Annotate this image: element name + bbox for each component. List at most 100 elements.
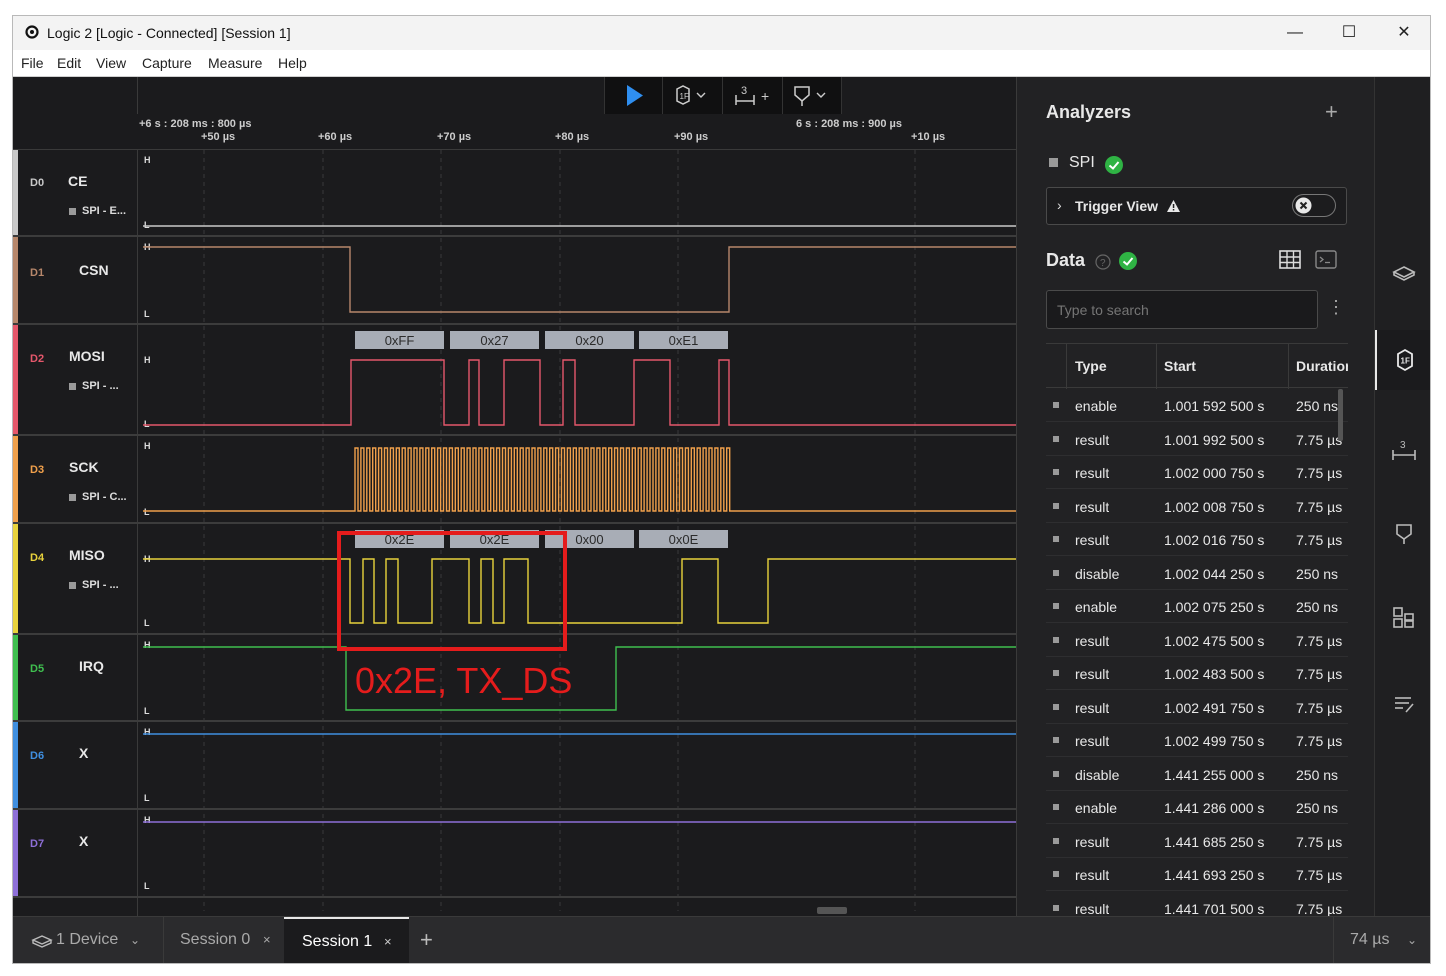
add-session-button[interactable]: + [420, 917, 433, 963]
zoom-level-selector[interactable]: 74 µs ⌄ [1333, 917, 1430, 963]
close-tab-icon[interactable]: × [263, 917, 271, 963]
session-tab-label: Session 0 [180, 931, 251, 948]
row-type-cell: result [1075, 632, 1110, 649]
row-color-swatch [1053, 469, 1059, 475]
analyzers-icon: 1F [1397, 348, 1413, 372]
row-color-swatch [1053, 603, 1059, 609]
table-row[interactable]: result 1.002 016 750 s 7.75 µs [1046, 523, 1348, 556]
table-row[interactable]: enable 1.441 286 000 s 250 ns [1046, 791, 1348, 824]
menu-help[interactable]: Help [278, 55, 307, 71]
table-row[interactable]: result 1.002 000 750 s 7.75 µs [1046, 456, 1348, 489]
row-color-swatch [1053, 904, 1059, 911]
row-color-swatch [1053, 703, 1059, 710]
menu-bar: File Edit View Capture Measure Help [13, 50, 1430, 77]
table-scrollbar-thumb[interactable] [1338, 389, 1343, 441]
menu-view[interactable]: View [96, 55, 126, 71]
close-tab-icon[interactable]: × [384, 919, 392, 963]
terminal-view-icon[interactable] [1315, 250, 1337, 270]
signal-traces [143, 225, 1016, 823]
row-start-cell: 1.441 255 000 s [1164, 766, 1265, 783]
row-duration-cell: 250 ns [1296, 800, 1339, 816]
row-duration-cell: 7.75 µs [1296, 465, 1343, 481]
add-analyzer-button[interactable]: + [1325, 99, 1338, 125]
table-row[interactable]: enable 1.001 592 500 s 250 ns [1046, 389, 1348, 422]
table-view-icon[interactable] [1279, 250, 1301, 270]
row-duration-cell: 7.75 µs [1296, 900, 1343, 917]
timing-markers-tab[interactable] [1375, 504, 1430, 564]
device-settings-tab[interactable] [1375, 244, 1430, 304]
trigger-view-row[interactable]: › Trigger View [1046, 187, 1347, 225]
horizontal-scrollbar-thumb[interactable] [817, 907, 847, 914]
data-search-input[interactable] [1046, 290, 1318, 329]
row-start-cell: 1.002 016 750 s [1164, 532, 1265, 548]
analyzers-tab[interactable]: 1F [1375, 330, 1430, 390]
table-row[interactable]: result 1.001 992 500 s 7.75 µs [1046, 423, 1348, 456]
help-icon[interactable]: ? [1095, 254, 1111, 270]
row-type-cell: disable [1075, 565, 1120, 582]
table-row[interactable]: result 1.002 008 750 s 7.75 µs [1046, 490, 1348, 523]
menu-measure[interactable]: Measure [208, 55, 262, 71]
column-header-type[interactable]: Type [1075, 358, 1107, 374]
row-color-swatch [1053, 770, 1059, 777]
menu-edit[interactable]: Edit [57, 55, 81, 71]
table-row[interactable]: result 1.002 483 500 s 7.75 µs [1046, 657, 1348, 690]
row-type-cell: result [1075, 431, 1110, 448]
row-type-cell: result [1075, 498, 1110, 515]
table-row[interactable]: disable 1.441 255 000 s 250 ns [1046, 758, 1348, 791]
trigger-view-toggle[interactable] [1292, 194, 1336, 217]
row-color-swatch [1053, 837, 1059, 844]
device-count-label: 1 Device [56, 931, 119, 948]
column-header-start[interactable]: Start [1164, 358, 1196, 374]
table-row[interactable]: result 1.441 701 500 s 7.75 µs [1046, 892, 1348, 917]
row-start-cell: 1.002 000 750 s [1164, 465, 1265, 481]
table-row[interactable]: enable 1.002 075 250 s 250 ns [1046, 590, 1348, 623]
row-duration-cell: 7.75 µs [1296, 699, 1343, 716]
measure-icon: 3 [1392, 440, 1416, 460]
extensions-tab[interactable] [1375, 588, 1430, 648]
mosi-byte-label: 0x20 [575, 333, 603, 348]
waveform-area[interactable]: 1F 3 + +6 s : 208 ms : 800 µs 6 s : 208 m… [13, 77, 1016, 916]
row-duration-cell: 250 ns [1296, 565, 1339, 582]
row-start-cell: 1.441 286 000 s [1164, 800, 1265, 816]
table-row[interactable]: result 1.441 693 250 s 7.75 µs [1046, 858, 1348, 891]
close-button[interactable]: ✕ [1384, 22, 1424, 44]
minimize-button[interactable]: — [1275, 22, 1315, 44]
tab-session-0[interactable]: Session 0 × [163, 917, 284, 963]
waveform-canvas[interactable]: 0xFF 0x27 0x20 0xE10x2E 0x2E 0x00 0x0E 0x2E, T… [13, 77, 1016, 916]
extensions-icon [1393, 607, 1414, 628]
column-divider [1288, 344, 1289, 389]
table-row[interactable]: result 1.002 499 750 s 7.75 µs [1046, 724, 1348, 757]
row-type-cell: result [1075, 733, 1110, 749]
trigger-icon [1396, 524, 1412, 544]
row-color-swatch [1053, 502, 1059, 509]
row-type-cell: disable [1075, 766, 1120, 783]
column-divider [1156, 344, 1157, 389]
notes-tab[interactable] [1375, 674, 1430, 734]
table-row[interactable]: disable 1.002 044 250 s 250 ns [1046, 557, 1348, 590]
column-header-duration[interactable]: Duration [1296, 358, 1348, 374]
mosi-byte-label: 0xE1 [669, 333, 699, 348]
device-icon [31, 935, 53, 948]
menu-file[interactable]: File [21, 55, 44, 71]
device-selector[interactable]: 1 Device ⌄ [13, 917, 163, 963]
table-row[interactable]: result 1.002 475 500 s 7.75 µs [1046, 624, 1348, 657]
maximize-button[interactable]: ☐ [1329, 22, 1369, 44]
table-row[interactable]: result 1.002 491 750 s 7.75 µs [1046, 691, 1348, 724]
chevron-right-icon[interactable]: › [1057, 197, 1062, 213]
menu-capture[interactable]: Capture [142, 55, 192, 71]
row-type-cell: result [1075, 465, 1110, 481]
chevron-down-icon: ⌄ [130, 933, 141, 947]
spi-analyzer-label[interactable]: SPI [1069, 154, 1095, 172]
table-row[interactable]: result 1.441 685 250 s 7.75 µs [1046, 825, 1348, 858]
row-start-cell: 1.441 693 250 s [1164, 867, 1265, 883]
annotation-text: 0x2E, TX_DS [355, 660, 572, 701]
measurements-tab[interactable]: 3 [1375, 420, 1430, 480]
data-table[interactable]: Type Start Duration enable 1.001 592 500 … [1046, 343, 1348, 916]
notes-icon [1395, 697, 1414, 713]
row-type-cell: result [1075, 867, 1110, 883]
more-options-icon[interactable]: ⋮ [1327, 297, 1345, 318]
chevron-down-icon: ⌄ [1407, 933, 1418, 947]
row-duration-cell: 250 ns [1296, 599, 1339, 615]
tab-session-1[interactable]: Session 1 × [284, 917, 409, 963]
analyzer-color-swatch [1049, 158, 1058, 167]
